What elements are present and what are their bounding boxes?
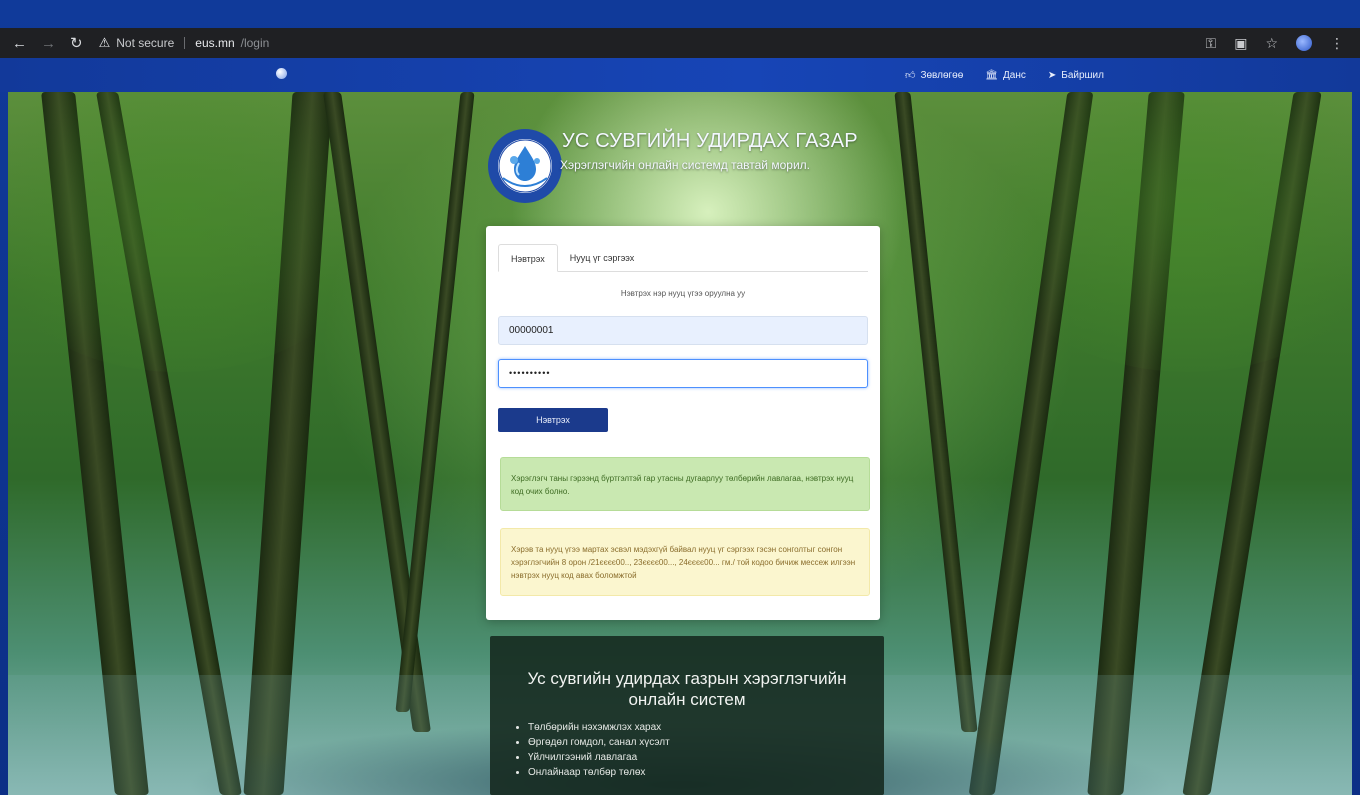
browser-toolbar: ← → ↻ ⚠ Not secure eus.mn/login ⚿ ▣ ☆ ⋮ — [0, 28, 1360, 58]
address-bar[interactable]: ⚠ Not secure eus.mn/login — [99, 35, 270, 51]
url-host: eus.mn — [195, 36, 235, 50]
password-input[interactable]: •••••••••• — [498, 359, 868, 388]
org-title: УС СУВГИЙН УДИРДАХ ГАЗАР — [562, 130, 858, 152]
star-icon[interactable]: ☆ — [1265, 35, 1278, 52]
nav-link-advice[interactable]: 👍︎ Зөвлөгөө — [905, 69, 964, 82]
warning-alert: Хэрэв та нууц үгээ мартах эсвэл мэдэхгүй… — [500, 528, 870, 596]
back-arrow-icon[interactable]: ← — [12, 35, 27, 52]
nav-link-location[interactable]: ➤ Байршил — [1048, 70, 1104, 81]
warning-triangle-icon: ⚠ — [98, 35, 111, 50]
login-card: Нэвтрэх Нууц үг сэргээх Нэвтрэх нэр нууц… — [486, 226, 880, 620]
address-divider — [184, 37, 186, 49]
list-item: Төлбөрийн нэхэмжлэх харах — [528, 720, 884, 735]
info-panel-title: Ус сувгийн удирдах газрын хэрэглэгчийн о… — [527, 669, 847, 709]
list-item: Өргөдөл гомдол, санал хүсэлт — [528, 735, 884, 750]
browser-nav-buttons: ← → ↻ — [0, 34, 83, 53]
org-logo — [486, 122, 564, 210]
nav-link-accounts[interactable]: 🏛︎ Данс — [985, 70, 1026, 81]
login-hint: Нэвтрэх нэр нууц үгээ оруулна уу — [620, 289, 746, 298]
location-arrow-icon: ➤ — [1047, 69, 1057, 81]
info-panel: Ус сувгийн удирдах газрын хэрэглэгчийн о… — [490, 636, 884, 795]
list-item: Онлайнаар төлбөр төлөх — [528, 765, 884, 780]
reload-icon[interactable]: ↻ — [70, 34, 83, 52]
url-path: /login — [240, 36, 270, 50]
forward-arrow-icon[interactable]: → — [41, 35, 56, 52]
login-button[interactable]: Нэвтрэх — [498, 408, 608, 432]
tab-reset-password[interactable]: Нууц үг сэргээх — [558, 244, 647, 272]
nav-link-label: Байршил — [1061, 69, 1104, 81]
monitor-screen: ← → ↻ ⚠ Not secure eus.mn/login ⚿ ▣ ☆ ⋮ … — [0, 0, 1360, 795]
info-alert: Хэрэглэгч таны гэрээнд бүртгэлтэй гар ут… — [500, 457, 870, 511]
kebab-menu-icon[interactable]: ⋮ — [1330, 35, 1344, 52]
profile-avatar[interactable] — [1296, 35, 1312, 51]
site-navbar: 👍︎ Зөвлөгөө 🏛︎ Данс ➤ Байршил — [0, 58, 1360, 92]
security-label: Not secure — [116, 36, 175, 50]
nav-link-label: Зөвлөгөө — [920, 69, 964, 81]
feature-list: Төлбөрийн нэхэмжлэх харах Өргөдөл гомдол… — [490, 720, 884, 780]
login-tabs: Нэвтрэх Нууц үг сэргээх — [498, 244, 868, 272]
nav-link-label: Данс — [1003, 69, 1026, 81]
key-icon[interactable]: ⚿ — [1206, 35, 1217, 52]
navbar-links: 👍︎ Зөвлөгөө 🏛︎ Данс ➤ Байршил — [905, 58, 1104, 92]
browser-actions: ⚿ ▣ ☆ ⋮ — [1206, 28, 1344, 58]
globe-icon[interactable] — [276, 68, 287, 79]
list-item: Үйлчилгээний лавлагаа — [528, 750, 884, 765]
tab-login[interactable]: Нэвтрэх — [498, 244, 558, 272]
username-input[interactable]: 00000001 — [498, 316, 868, 345]
welcome-subtitle: Хэрэглэгчийн онлайн системд тавтай морил… — [560, 158, 810, 172]
thumbs-up-icon: 👍︎ — [905, 70, 916, 81]
translate-icon[interactable]: ▣ — [1234, 35, 1247, 52]
bank-icon: 🏛︎ — [985, 69, 999, 81]
